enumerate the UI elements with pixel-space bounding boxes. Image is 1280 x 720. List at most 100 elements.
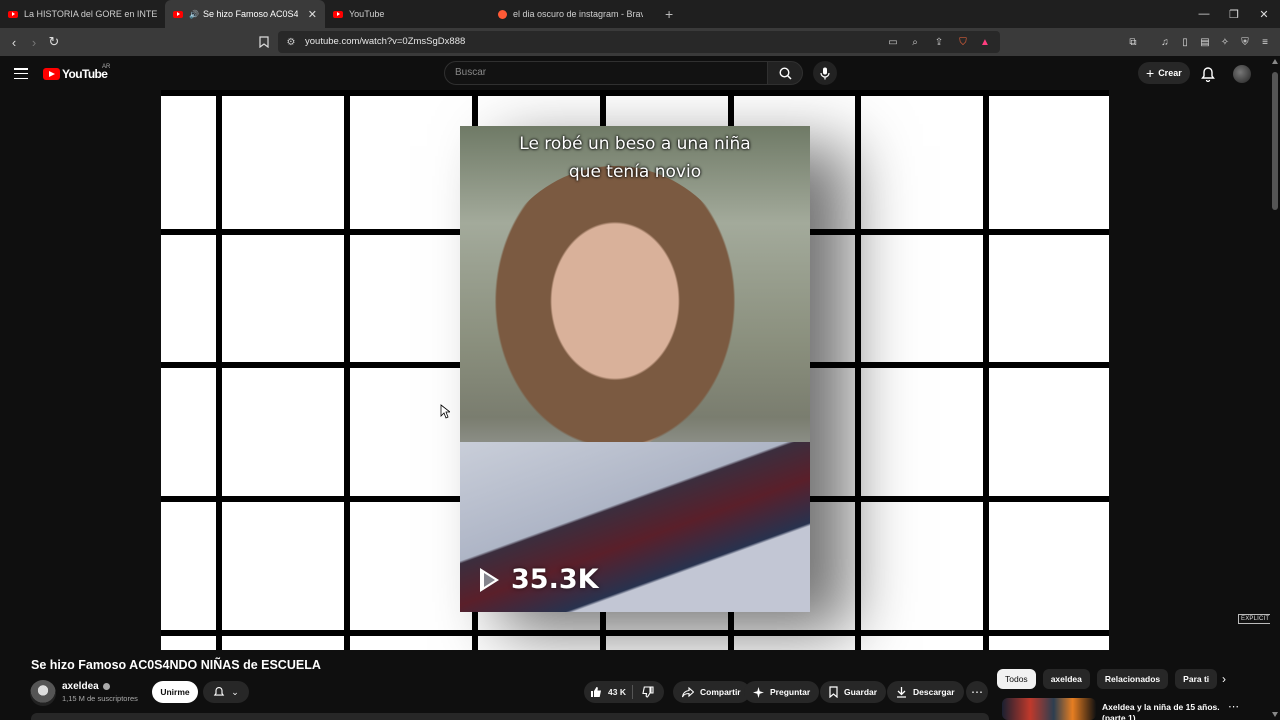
channel-name-row[interactable]: axeldea: [62, 681, 110, 692]
url-text[interactable]: youtube.com/watch?v=0ZmsSgDx888: [305, 36, 465, 47]
leo-ai-icon[interactable]: ✧: [1218, 35, 1232, 49]
download-action: Descargar: [887, 681, 964, 703]
youtube-masthead: YouTube AR + Crear: [0, 56, 1280, 90]
recommended-video-title[interactable]: Axeldea y la niña de 15 años. (parte 1): [1102, 702, 1222, 720]
mouse-cursor-icon: [440, 404, 450, 419]
country-code: AR: [102, 64, 111, 70]
join-button[interactable]: Unirme: [152, 681, 198, 703]
share-action: Compartir: [673, 681, 750, 703]
brave-rewards-icon[interactable]: ▲: [978, 35, 992, 49]
cast-icon[interactable]: ▭: [886, 35, 900, 49]
guide-menu-icon[interactable]: [14, 68, 28, 80]
search-button[interactable]: [767, 61, 803, 85]
create-label: Crear: [1158, 68, 1182, 78]
chip-related[interactable]: Relacionados: [1096, 669, 1169, 689]
bell-icon: [213, 686, 225, 696]
new-tab-button[interactable]: +: [659, 6, 679, 22]
download-button[interactable]: Descargar: [887, 681, 964, 703]
tab-title: el dia oscuro de instagram - Brave Se: [513, 9, 643, 19]
recommended-video-thumbnail[interactable]: [1002, 698, 1096, 720]
scrollbar-thumb[interactable]: [1272, 72, 1278, 210]
vpn-icon[interactable]: ⛨: [1238, 35, 1252, 49]
sparkle-icon: [753, 686, 764, 698]
ask-action: Preguntar: [744, 681, 820, 703]
description-box[interactable]: [31, 713, 989, 720]
back-icon[interactable]: ‹: [4, 32, 24, 52]
browser-tab[interactable]: La HISTORIA del GORE en INTERNET: [0, 0, 165, 28]
more-horizontal-icon: ⋯: [971, 685, 983, 699]
chip-channel[interactable]: axeldea: [1042, 669, 1090, 689]
subscriber-count: 1,15 M de suscriptores: [62, 694, 138, 703]
download-icon: [896, 686, 907, 698]
wallet-icon[interactable]: ▤: [1198, 35, 1212, 49]
reload-icon[interactable]: ↻: [44, 32, 64, 52]
account-avatar[interactable]: [1233, 65, 1251, 83]
restore-icon[interactable]: ❐: [1219, 0, 1249, 28]
notifications-bell-icon[interactable]: [1200, 66, 1216, 82]
speaker-icon[interactable]: 🔊: [189, 10, 199, 19]
channel-avatar[interactable]: [30, 680, 56, 706]
chip-for-you[interactable]: Para ti: [1175, 669, 1218, 689]
video-view-count-overlay: 35.3K: [480, 564, 599, 595]
brave-shields-icon[interactable]: ⛉: [956, 35, 970, 49]
menu-icon[interactable]: ≡: [1258, 35, 1272, 49]
channel-name[interactable]: axeldea: [62, 681, 99, 692]
screenshot-icon[interactable]: ⧉: [1126, 35, 1140, 49]
scroll-down-arrow-icon[interactable]: [1272, 712, 1278, 717]
brave-search-icon: [498, 9, 507, 19]
more-actions-button[interactable]: ⋯: [966, 681, 988, 703]
tiktok-video-frame: Le robé un beso a una niña que tenía nov…: [460, 126, 810, 612]
close-window-icon[interactable]: ✕: [1249, 0, 1279, 28]
search-box[interactable]: [444, 61, 768, 85]
sidebar-icon[interactable]: ▯: [1178, 35, 1192, 49]
voice-search-button[interactable]: [813, 61, 837, 85]
forward-icon[interactable]: ›: [24, 32, 44, 52]
overlay-views-text: 35.3K: [511, 564, 599, 595]
like-button[interactable]: 43 K: [584, 686, 632, 698]
share-page-icon[interactable]: ⇪: [932, 35, 946, 49]
tab-title: Se hizo Famoso AC0S4NDO N: [202, 9, 298, 19]
dislike-button[interactable]: [633, 686, 663, 698]
scroll-up-arrow-icon[interactable]: [1272, 59, 1278, 64]
address-bar[interactable]: ⚙ youtube.com/watch?v=0ZmsSgDx888 ▭ ⌕ ⇪ …: [278, 31, 1000, 53]
ask-button[interactable]: Preguntar: [744, 681, 820, 703]
media-icon[interactable]: ♫: [1158, 35, 1172, 49]
tab-title: La HISTORIA del GORE en INTERNET: [24, 9, 157, 19]
youtube-icon: [173, 10, 183, 18]
browser-tab-active[interactable]: 🔊 Se hizo Famoso AC0S4NDO N ✕: [165, 0, 325, 28]
chevron-down-icon: ⌄: [231, 686, 239, 697]
subscription-notifications-button[interactable]: ⌄: [203, 681, 249, 703]
video-player[interactable]: Le robé un beso a una niña que tenía nov…: [161, 90, 1109, 650]
create-button[interactable]: + Crear: [1138, 62, 1190, 84]
logo-text: YouTube: [62, 67, 108, 81]
search-input[interactable]: [455, 67, 755, 78]
youtube-icon: [333, 10, 343, 18]
more-vertical-icon[interactable]: ⋯: [1228, 700, 1239, 713]
close-tab-icon[interactable]: ✕: [308, 8, 317, 21]
chevron-right-icon[interactable]: ›: [1216, 671, 1232, 687]
chip-all[interactable]: Todos: [997, 669, 1036, 689]
explicit-content-badge: EXPLICIT: [1238, 614, 1273, 624]
ask-label: Preguntar: [770, 687, 811, 697]
video-subject: [480, 166, 750, 466]
bookmark-icon[interactable]: [254, 32, 274, 52]
youtube-icon: [8, 10, 18, 18]
tab-title: YouTube: [349, 9, 385, 19]
save-button[interactable]: Guardar: [820, 681, 887, 703]
browser-tab[interactable]: YouTube: [325, 0, 490, 28]
browser-tab-bar: La HISTORIA del GORE en INTERNET 🔊 Se hi…: [0, 0, 1280, 28]
video-caption-line: Le robé un beso a una niña: [519, 134, 751, 154]
page-scrollbar[interactable]: [1270, 56, 1280, 720]
plus-icon: +: [1146, 65, 1155, 81]
share-label: Compartir: [700, 687, 741, 697]
search-icon: [778, 66, 792, 80]
save-action: Guardar: [820, 681, 887, 703]
browser-tab[interactable]: el dia oscuro de instagram - Brave Se: [490, 0, 655, 28]
like-count: 43 K: [608, 687, 626, 697]
zoom-icon[interactable]: ⌕: [908, 35, 922, 49]
share-button[interactable]: Compartir: [673, 681, 750, 703]
youtube-logo[interactable]: YouTube: [43, 67, 108, 81]
site-info-icon[interactable]: ⚙: [284, 35, 298, 49]
minimize-icon[interactable]: —: [1189, 0, 1219, 28]
play-icon: [480, 567, 499, 592]
